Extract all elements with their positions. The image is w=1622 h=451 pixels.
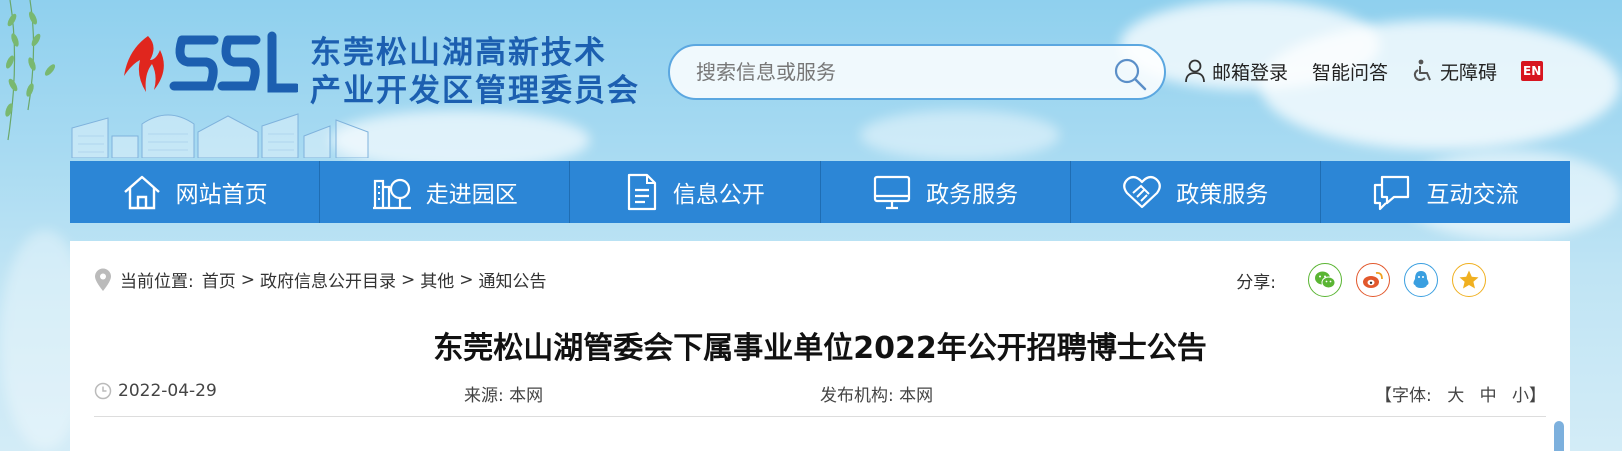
article-source: 来源: 本网 <box>464 381 543 406</box>
font-size-large-button[interactable]: 大 <box>1447 386 1464 406</box>
accessibility-label: 无障碍 <box>1440 61 1498 84</box>
document-icon <box>627 173 657 211</box>
smart-qa-label: 智能问答 <box>1312 61 1389 84</box>
article-publisher: 发布机构: 本网 <box>820 381 933 406</box>
logo-emblem[interactable] <box>118 30 298 102</box>
site-title: 东莞松山湖高新技术 产业开发区管理委员会 <box>310 34 640 110</box>
source-label: 来源: <box>464 386 504 406</box>
wheelchair-icon <box>1413 59 1431 81</box>
wechat-icon <box>1315 271 1336 289</box>
nav-item-policy[interactable]: 政策服务 <box>1071 161 1321 223</box>
skyline-decoration <box>71 113 369 158</box>
park-icon <box>372 178 411 210</box>
share-bar: 分享: <box>1236 263 1486 297</box>
nav-label: 互动交流 <box>1426 182 1519 208</box>
article-date-value: 2022-04-29 <box>118 381 217 401</box>
font-size-label: 【字体: <box>1375 386 1432 406</box>
article-title: 东莞松山湖管委会下属事业单位2022年公开招聘博士公告 <box>433 331 1207 366</box>
scrollbar-thumb[interactable] <box>1554 421 1564 451</box>
top-toolbar: 邮箱登录 智能问答 无障碍 EN <box>1184 56 1544 86</box>
breadcrumb: 当前位置: 首页 > 政府信息公开目录 > 其他 > 通知公告 <box>94 267 546 292</box>
site-title-line1: 东莞松山湖高新技术 <box>310 35 607 71</box>
nav-item-park[interactable]: 走进园区 <box>320 161 571 223</box>
share-qzone-button[interactable] <box>1452 263 1486 297</box>
monitor-icon <box>873 175 911 210</box>
qq-icon <box>1413 271 1429 288</box>
font-size-control: 【字体: 大 中 小】 <box>1375 381 1546 406</box>
site-title-line2: 产业开发区管理委员会 <box>310 73 640 109</box>
breadcrumb-item-notice[interactable]: 通知公告 <box>478 267 546 292</box>
qzone-icon <box>1459 270 1479 289</box>
nav-label: 网站首页 <box>175 182 268 208</box>
breadcrumb-separator: > <box>240 269 255 290</box>
chat-icon <box>1374 175 1410 211</box>
share-weibo-button[interactable] <box>1356 263 1390 297</box>
breadcrumb-prefix: 当前位置: <box>120 272 194 292</box>
nav-item-home[interactable]: 网站首页 <box>70 161 321 223</box>
nav-item-info[interactable]: 信息公开 <box>570 161 821 223</box>
share-qq-button[interactable] <box>1404 263 1438 297</box>
weibo-icon <box>1363 271 1383 288</box>
publisher-value: 本网 <box>899 386 934 406</box>
search-icon[interactable] <box>1112 56 1148 92</box>
user-icon <box>1185 59 1205 83</box>
article-date: 2022-04-29 <box>94 381 217 401</box>
accessibility-link[interactable]: 无障碍 <box>1412 58 1497 85</box>
share-wechat-button[interactable] <box>1308 263 1342 297</box>
nav-label: 信息公开 <box>672 182 765 208</box>
font-size-medium-button[interactable]: 中 <box>1480 386 1497 406</box>
breadcrumb-item-catalog[interactable]: 政府信息公开目录 <box>260 267 396 292</box>
nav-label: 走进园区 <box>425 182 518 208</box>
breadcrumb-item-other[interactable]: 其他 <box>420 267 454 292</box>
font-size-small-button[interactable]: 小】 <box>1512 386 1546 406</box>
handshake-heart-icon <box>1123 175 1162 209</box>
nav-item-interaction[interactable]: 互动交流 <box>1321 161 1570 223</box>
mail-login-link[interactable]: 邮箱登录 <box>1184 58 1288 85</box>
clock-icon <box>94 382 112 400</box>
location-pin-icon <box>95 268 111 291</box>
search-input[interactable] <box>696 60 1096 84</box>
breadcrumb-separator: > <box>400 269 416 290</box>
share-label: 分享: <box>1236 272 1276 293</box>
article-card: 当前位置: 首页 > 政府信息公开目录 > 其他 > 通知公告 分享: 东莞松山… <box>70 241 1570 451</box>
mail-login-label: 邮箱登录 <box>1212 61 1289 84</box>
publisher-label: 发布机构: <box>820 386 894 406</box>
home-icon <box>123 175 160 210</box>
cloud-decoration <box>860 110 1060 160</box>
english-version-button[interactable]: EN <box>1521 61 1544 81</box>
main-nav: 网站首页 走进园区 信息公开 政务服务 政策服务 互动交流 <box>70 161 1570 223</box>
breadcrumb-separator: > <box>459 269 474 290</box>
smart-qa-link[interactable]: 智能问答 <box>1312 58 1388 85</box>
willow-decoration <box>5 0 56 141</box>
nav-label: 政策服务 <box>1176 182 1269 208</box>
source-value: 本网 <box>509 386 544 406</box>
nav-label: 政务服务 <box>926 182 1019 208</box>
article-meta: 2022-04-29 来源: 本网 发布机构: 本网 【字体: 大 中 小】 <box>94 381 1546 417</box>
breadcrumb-item-home[interactable]: 首页 <box>202 267 236 292</box>
nav-item-gov-service[interactable]: 政务服务 <box>821 161 1071 223</box>
search-bar[interactable] <box>668 44 1166 100</box>
